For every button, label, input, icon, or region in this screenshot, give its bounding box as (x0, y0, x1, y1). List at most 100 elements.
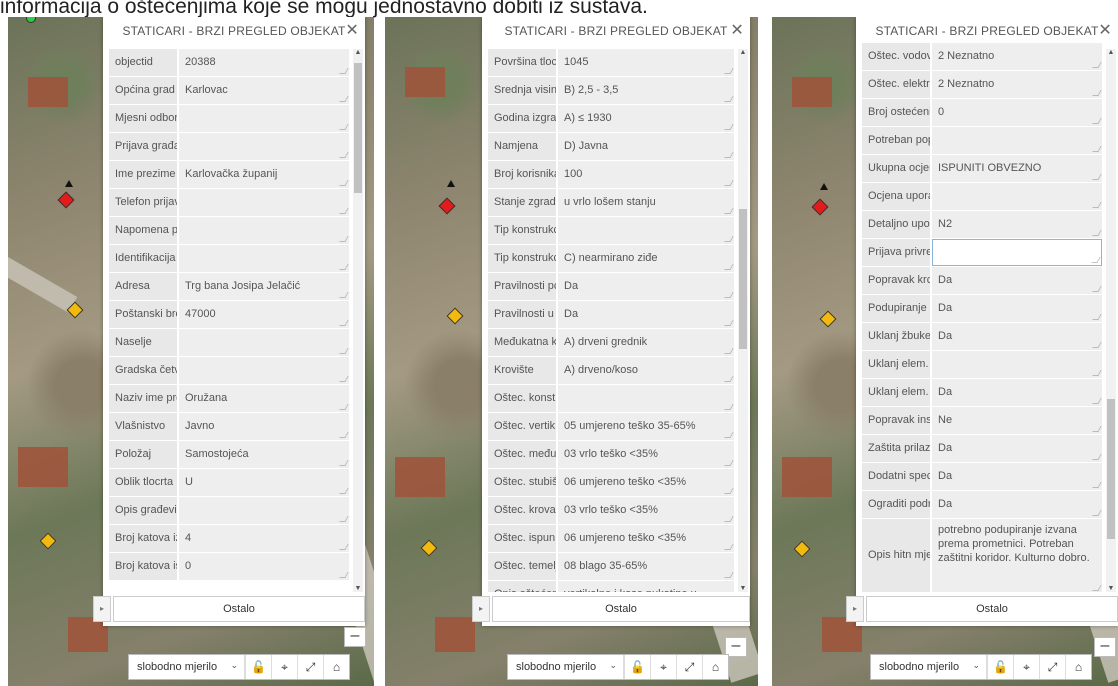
map-marker-red[interactable] (811, 198, 829, 216)
scroll-down-icon[interactable]: ▼ (738, 585, 748, 592)
close-icon[interactable]: ✕ (730, 17, 744, 45)
fullscreen-icon[interactable]: ⤢ (297, 655, 323, 679)
resize-grip-icon[interactable] (724, 432, 734, 438)
resize-grip-icon[interactable] (339, 236, 349, 242)
scroll-up-icon[interactable]: ▲ (353, 49, 363, 56)
attribute-value-field[interactable]: potrebno podupiranje izvana prema promet… (932, 519, 1102, 592)
attribute-value-field[interactable]: Da (932, 267, 1102, 294)
resize-grip-icon[interactable] (339, 460, 349, 466)
resize-grip-icon[interactable] (339, 376, 349, 382)
resize-grip-icon[interactable] (1092, 482, 1102, 488)
attribute-value-field[interactable]: 0 (179, 553, 349, 580)
resize-grip-icon[interactable] (724, 488, 734, 494)
resize-grip-icon[interactable] (339, 124, 349, 130)
map-marker-triangle[interactable] (65, 180, 73, 187)
attribute-value-field[interactable]: 03 vrlo teško <35% (558, 441, 734, 468)
resize-grip-icon[interactable] (1092, 585, 1102, 591)
attribute-value-field[interactable]: u vrlo lošem stanju (558, 189, 734, 216)
close-icon[interactable]: ✕ (1098, 17, 1112, 45)
resize-grip-icon[interactable] (1092, 202, 1102, 208)
home-icon[interactable]: ⌂ (1065, 655, 1091, 679)
attribute-value-field[interactable]: Javno (179, 413, 349, 440)
scrollbar[interactable]: ▲ ▼ (738, 49, 748, 592)
attribute-value-field[interactable]: 1045 (558, 49, 734, 76)
resize-grip-icon[interactable] (339, 404, 349, 410)
attribute-value-field[interactable]: Da (932, 435, 1102, 462)
attribute-value-field[interactable] (932, 351, 1102, 378)
map-marker-yellow[interactable] (39, 532, 57, 550)
scrollbar-thumb[interactable] (1107, 399, 1115, 539)
resize-grip-icon[interactable] (1092, 62, 1102, 68)
resize-grip-icon[interactable] (1092, 146, 1102, 152)
attribute-value-field[interactable]: Da (932, 295, 1102, 322)
resize-grip-icon[interactable] (724, 404, 734, 410)
scrollbar[interactable]: ▲ ▼ (353, 49, 363, 592)
resize-grip-icon[interactable] (1092, 286, 1102, 292)
scale-select[interactable]: slobodno mjerilo ⌄ (508, 655, 624, 679)
attribute-value-field[interactable]: Da (558, 273, 734, 300)
resize-grip-icon[interactable] (724, 124, 734, 130)
map-marker-yellow[interactable] (819, 310, 837, 328)
resize-grip-icon[interactable] (724, 376, 734, 382)
resize-grip-icon[interactable] (1092, 510, 1102, 516)
attribute-value-field[interactable]: 0 (932, 99, 1102, 126)
attribute-value-field[interactable]: A) drveni grednik (558, 329, 734, 356)
map-marker-green[interactable] (26, 17, 36, 23)
ostalo-button[interactable]: Ostalo (492, 596, 750, 622)
panel-handle[interactable]: ▸ (93, 596, 111, 622)
scrollbar-thumb[interactable] (739, 209, 747, 349)
resize-grip-icon[interactable] (724, 572, 734, 578)
locate-icon[interactable]: ⌖ (650, 655, 676, 679)
resize-grip-icon[interactable] (1092, 454, 1102, 460)
attribute-value-field[interactable]: Da (558, 301, 734, 328)
resize-grip-icon[interactable] (1092, 342, 1102, 348)
resize-grip-icon[interactable] (339, 208, 349, 214)
attribute-value-field[interactable]: Da (932, 491, 1102, 518)
attribute-value-field[interactable]: 2 Neznatno (932, 71, 1102, 98)
attribute-value-field[interactable]: ISPUNITI OBVEZNO (932, 155, 1102, 182)
lock-icon[interactable]: 🔓 (624, 655, 650, 679)
resize-grip-icon[interactable] (339, 292, 349, 298)
attribute-value-field[interactable]: 06 umjereno teško <35% (558, 469, 734, 496)
map-marker-yellow[interactable] (420, 539, 438, 557)
resize-grip-icon[interactable] (724, 460, 734, 466)
scroll-up-icon[interactable]: ▲ (1106, 49, 1116, 56)
resize-grip-icon[interactable] (339, 152, 349, 158)
resize-grip-icon[interactable] (339, 516, 349, 522)
attribute-value-field[interactable]: Trg bana Josipa Jelačić (179, 273, 349, 300)
attribute-value-field[interactable]: A) drveno/koso (558, 357, 734, 384)
scale-select[interactable]: slobodno mjerilo ⌄ (129, 655, 245, 679)
attribute-value-field[interactable] (179, 105, 349, 132)
resize-grip-icon[interactable] (1092, 174, 1102, 180)
resize-grip-icon[interactable] (1092, 398, 1102, 404)
map-marker-yellow[interactable] (446, 307, 464, 325)
attribute-value-field[interactable] (179, 189, 349, 216)
map-marker-red[interactable] (57, 191, 75, 209)
resize-grip-icon[interactable] (724, 544, 734, 550)
attribute-value-field[interactable]: 05 umjereno teško 35-65% (558, 413, 734, 440)
scrollbar[interactable]: ▲ ▼ (1106, 49, 1116, 592)
attribute-value-field[interactable] (179, 497, 349, 524)
locate-icon[interactable]: ⌖ (271, 655, 297, 679)
home-icon[interactable]: ⌂ (323, 655, 349, 679)
resize-grip-icon[interactable] (724, 348, 734, 354)
map-marker-triangle[interactable] (447, 180, 455, 187)
map-marker-yellow[interactable] (793, 540, 811, 558)
ostalo-button[interactable]: Ostalo (866, 596, 1118, 622)
attribute-value-field[interactable]: 08 blago 35-65% (558, 553, 734, 580)
scale-select[interactable]: slobodno mjerilo ⌄ (871, 655, 987, 679)
scroll-down-icon[interactable]: ▼ (1106, 585, 1116, 592)
attribute-value-field[interactable]: C) nearmirano ziđe (558, 245, 734, 272)
attribute-value-field[interactable]: Ne (932, 407, 1102, 434)
attribute-value-field[interactable]: vertikalne i kose pukotine u (558, 581, 734, 592)
attribute-value-field[interactable] (179, 245, 349, 272)
close-icon[interactable]: ✕ (345, 17, 359, 45)
resize-grip-icon[interactable] (339, 432, 349, 438)
attribute-value-field[interactable] (932, 183, 1102, 210)
scrollbar-thumb[interactable] (354, 63, 362, 193)
fullscreen-icon[interactable]: ⤢ (1039, 655, 1065, 679)
attribute-value-field[interactable] (558, 217, 734, 244)
resize-grip-icon[interactable] (339, 544, 349, 550)
map-marker-red[interactable] (438, 197, 456, 215)
resize-grip-icon[interactable] (339, 572, 349, 578)
